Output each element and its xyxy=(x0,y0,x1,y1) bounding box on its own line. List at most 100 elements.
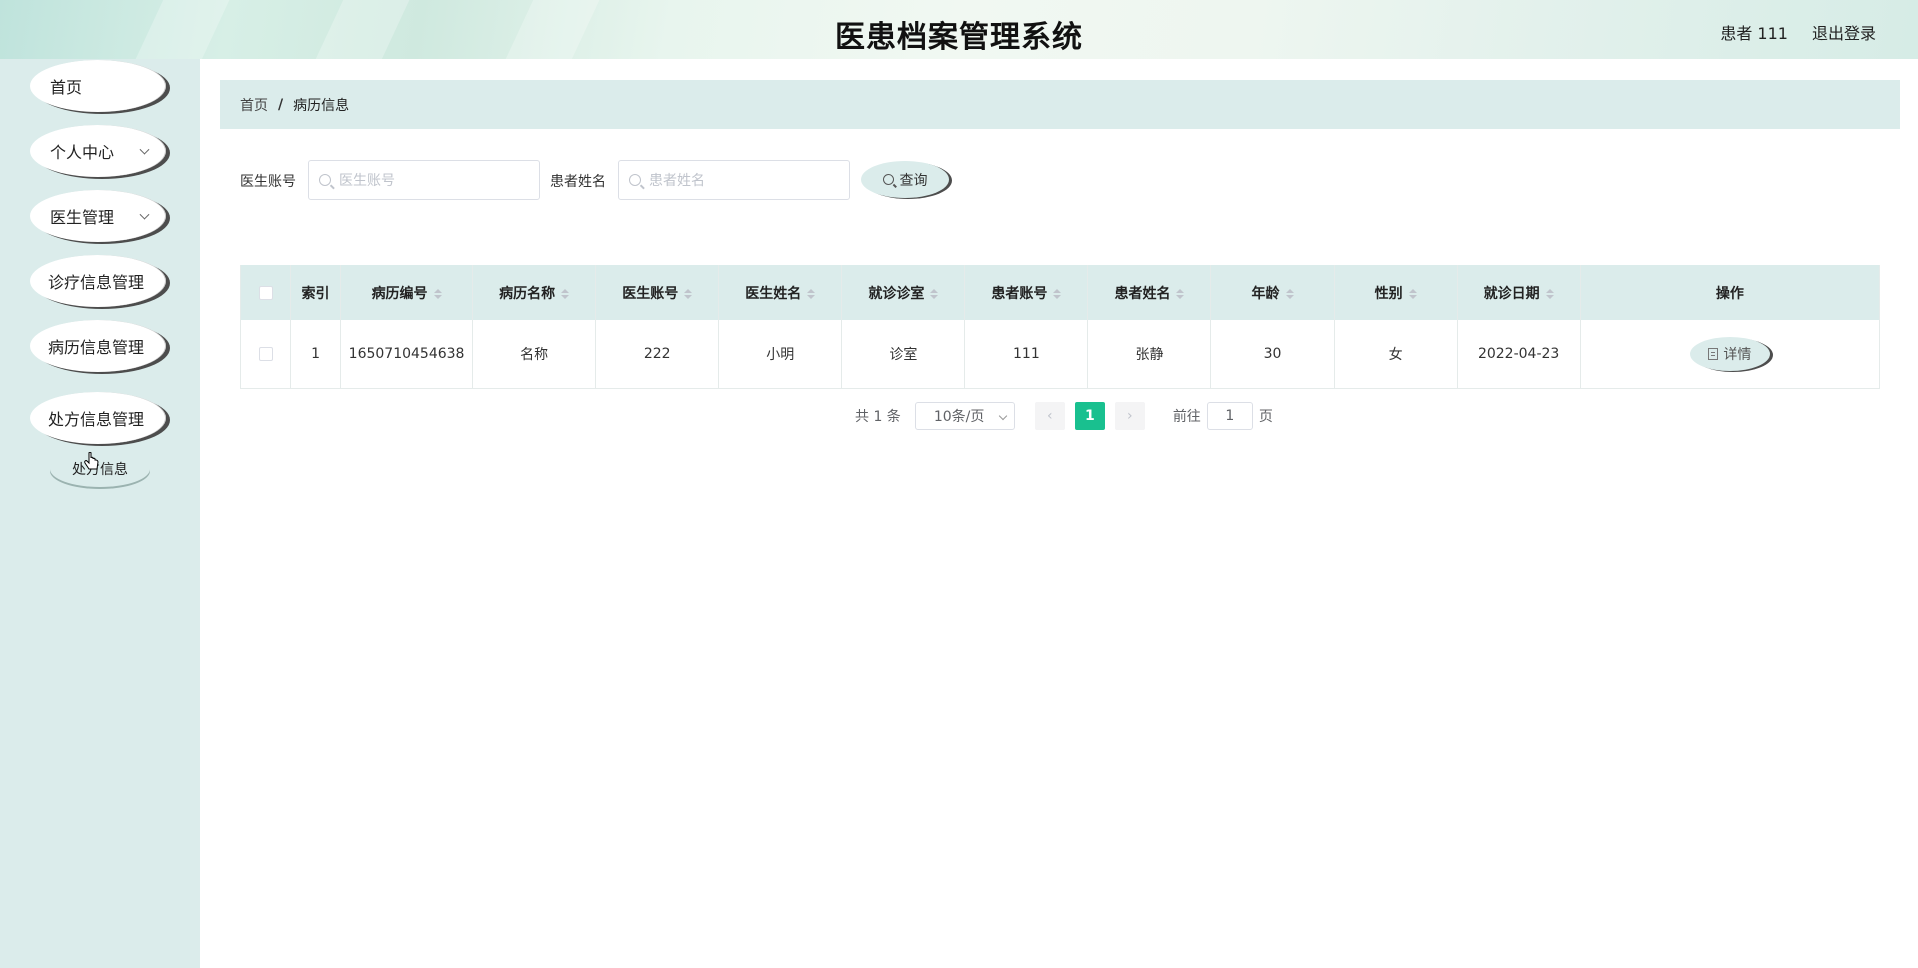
sidebar-item-prescription[interactable]: 处方信息管理 xyxy=(30,392,166,444)
doctor-account-input[interactable]: 医生账号 xyxy=(308,160,540,200)
column-header-label: 年龄 xyxy=(1251,285,1280,302)
cell-record-no: 1650710454638 xyxy=(340,320,474,388)
cell-patient-name: 张静 xyxy=(1087,320,1212,388)
breadcrumb-current: 病历信息 xyxy=(293,97,350,114)
select-all-cell[interactable] xyxy=(240,265,292,320)
patient-name-placeholder: 患者姓名 xyxy=(649,173,705,189)
row-select-cell[interactable] xyxy=(240,320,292,388)
doctor-account-label: 医生账号 xyxy=(240,174,296,190)
column-header-gender[interactable]: 性别 xyxy=(1334,265,1458,320)
sidebar-item-home[interactable]: 首页 xyxy=(30,60,166,112)
doctor-account-placeholder: 医生账号 xyxy=(339,173,395,189)
sidebar-item-label: 处方信息管理 xyxy=(48,410,145,429)
column-header-index: 索引 xyxy=(290,265,342,320)
column-header-record-no[interactable]: 病历编号 xyxy=(340,265,474,320)
sidebar-item-personal-center[interactable]: 个人中心 xyxy=(30,125,166,177)
column-header-label: 患者姓名 xyxy=(1114,285,1171,302)
medical-record-table: 索引 病历编号 病历名称 医生账号 医生姓名 就诊诊室 患者账号 患者姓名 年龄… xyxy=(240,265,1881,389)
sort-icon[interactable] xyxy=(930,288,939,299)
pagination-total: 共 1 条 xyxy=(855,409,901,425)
pagination: 共 1 条 10条/页 ‹ 1 › 前往 1 页 xyxy=(855,402,1273,430)
sort-icon[interactable] xyxy=(1285,288,1294,299)
table-row: 1 1650710454638 名称 222 小明 诊室 111 张静 30 女… xyxy=(240,320,1881,388)
column-header-record-name[interactable]: 病历名称 xyxy=(472,265,597,320)
sort-icon[interactable] xyxy=(1053,288,1062,299)
sidebar-subitem-label: 处方信息 xyxy=(72,462,128,478)
page-suffix: 页 xyxy=(1258,409,1273,425)
cell-date: 2022-04-23 xyxy=(1457,320,1581,388)
search-icon xyxy=(319,174,331,186)
sidebar-subitem-prescription-info[interactable]: 处方信息 xyxy=(50,451,150,487)
sidebar-item-label: 诊疗信息管理 xyxy=(48,273,145,292)
patient-name-label: 患者姓名 xyxy=(550,174,606,190)
column-header-action: 操作 xyxy=(1580,265,1881,320)
sidebar-item-doctor-management[interactable]: 医生管理 xyxy=(30,190,166,242)
detail-button-label: 详情 xyxy=(1723,346,1752,363)
row-checkbox[interactable] xyxy=(258,346,273,361)
column-header-label: 就诊日期 xyxy=(1483,285,1540,302)
app-title: 医患档案管理系统 xyxy=(835,20,1083,55)
goto-label: 前往 xyxy=(1172,409,1201,425)
column-header-label: 病历编号 xyxy=(371,285,428,302)
cell-index: 1 xyxy=(290,320,342,388)
cell-age: 30 xyxy=(1210,320,1335,388)
chevron-down-icon xyxy=(998,411,1008,421)
patient-name-input[interactable]: 患者姓名 xyxy=(618,160,850,200)
breadcrumb-home[interactable]: 首页 xyxy=(240,95,268,115)
logout-link[interactable]: 退出登录 xyxy=(1812,20,1876,44)
detail-button[interactable]: 详情 xyxy=(1689,336,1770,371)
column-header-label: 性别 xyxy=(1374,285,1403,302)
sidebar-item-label: 首页 xyxy=(50,78,83,97)
chevron-down-icon xyxy=(139,144,150,155)
column-header-doctor-account[interactable]: 医生账号 xyxy=(595,265,720,320)
column-header-patient-name[interactable]: 患者姓名 xyxy=(1087,265,1212,320)
column-header-patient-account[interactable]: 患者账号 xyxy=(964,265,1089,320)
page-number-button[interactable]: 1 xyxy=(1074,402,1105,430)
user-area: 患者 111 退出登录 xyxy=(1720,20,1876,44)
next-page-button[interactable]: › xyxy=(1114,402,1145,430)
sort-icon[interactable] xyxy=(807,288,816,299)
breadcrumb: 首页 / 病历信息 xyxy=(220,80,1900,129)
top-header: 医患档案管理系统 患者 111 退出登录 xyxy=(0,0,1918,59)
cell-patient-account: 111 xyxy=(964,320,1089,388)
search-icon xyxy=(629,174,641,186)
current-user: 患者 111 xyxy=(1720,24,1788,43)
query-button[interactable]: 查询 xyxy=(861,161,949,198)
document-icon xyxy=(1708,347,1719,360)
column-header-clinic[interactable]: 就诊诊室 xyxy=(841,265,966,320)
column-header-date[interactable]: 就诊日期 xyxy=(1457,265,1581,320)
hand-cursor-icon xyxy=(84,452,99,470)
sidebar-item-label: 医生管理 xyxy=(50,208,115,227)
sort-icon[interactable] xyxy=(684,288,693,299)
sort-icon[interactable] xyxy=(433,288,442,299)
chevron-down-icon xyxy=(139,209,150,220)
column-header-label: 就诊诊室 xyxy=(868,285,925,302)
cell-record-name: 名称 xyxy=(472,320,597,388)
sidebar-item-label: 病历信息管理 xyxy=(48,338,145,357)
column-header-doctor-name[interactable]: 医生姓名 xyxy=(718,265,843,320)
column-header-label: 病历名称 xyxy=(499,285,556,302)
column-header-label: 医生账号 xyxy=(622,285,679,302)
chevron-right-icon: › xyxy=(1127,408,1133,424)
sort-icon[interactable] xyxy=(1408,288,1417,299)
cell-gender: 女 xyxy=(1334,320,1458,388)
sort-icon[interactable] xyxy=(1176,288,1185,299)
column-header-label: 医生姓名 xyxy=(745,285,802,302)
sort-icon[interactable] xyxy=(561,288,570,299)
cell-doctor-name: 小明 xyxy=(718,320,843,388)
sidebar-item-medical-record[interactable]: 病历信息管理 xyxy=(30,320,166,372)
sidebar: 首页 个人中心 医生管理 诊疗信息管理 病历信息管理 处方信息管理 xyxy=(0,59,200,968)
table-header-row: 索引 病历编号 病历名称 医生账号 医生姓名 就诊诊室 患者账号 患者姓名 年龄… xyxy=(240,265,1881,320)
sort-icon[interactable] xyxy=(1545,288,1554,299)
cell-doctor-account: 222 xyxy=(595,320,720,388)
breadcrumb-separator: / xyxy=(278,96,284,113)
column-header-age[interactable]: 年龄 xyxy=(1210,265,1335,320)
sidebar-item-treatment-info[interactable]: 诊疗信息管理 xyxy=(30,255,166,307)
prev-page-button[interactable]: ‹ xyxy=(1034,402,1065,430)
search-icon xyxy=(882,174,894,185)
goto-page-input[interactable]: 1 xyxy=(1206,402,1253,430)
cell-action: 详情 xyxy=(1580,320,1881,388)
cell-clinic: 诊室 xyxy=(841,320,966,388)
select-all-checkbox[interactable] xyxy=(258,285,273,300)
page-size-select[interactable]: 10条/页 xyxy=(914,402,1015,430)
